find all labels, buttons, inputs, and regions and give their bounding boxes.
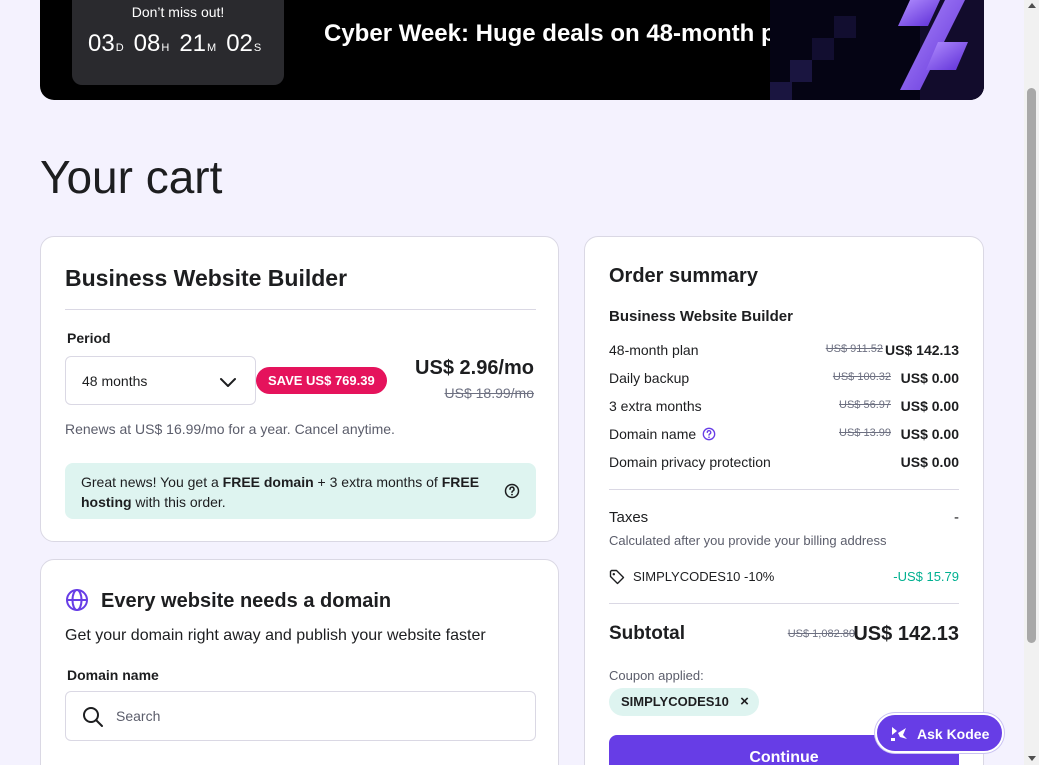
scroll-up-arrow-icon[interactable] — [1028, 3, 1036, 8]
promo-banner[interactable]: Don’t miss out! 03D 08H 21M 02S Cyber Week:… — [40, 0, 984, 100]
summary-row-label: Domain name — [609, 426, 716, 442]
period-label: Period — [67, 330, 111, 346]
domain-search-box[interactable] — [65, 691, 536, 741]
timer-hours-unit: H — [161, 42, 170, 54]
coupon-discount-row: SIMPLYCODES10 -10% -US$ 15.79 — [609, 568, 959, 588]
product-title: Business Website Builder — [65, 265, 348, 291]
summary-product: Business Website Builder — [609, 308, 793, 325]
summary-row-old-price: US$ 56.97 — [839, 399, 891, 411]
info-text-3: with this order. — [131, 494, 226, 510]
timer-label: Don’t miss out! — [131, 4, 225, 20]
coupon-applied-label: Coupon applied: — [609, 668, 704, 683]
countdown-timer: Don’t miss out! 03D 08H 21M 02S — [72, 0, 284, 85]
free-domain-info: Great news! You get a FREE domain + 3 ex… — [65, 463, 536, 519]
info-text-2: + 3 extra months of — [313, 474, 442, 490]
period-select-value: 48 months — [82, 373, 148, 389]
help-icon[interactable] — [504, 483, 520, 499]
summary-row-old-price: US$ 911.52 — [825, 343, 883, 355]
subtotal-old-price: US$ 1,082.80 — [787, 628, 855, 640]
coupon-code: SIMPLYCODES10 -10% — [633, 569, 775, 584]
summary-row-price: US$ 0.00 — [900, 454, 959, 470]
domain-subtitle: Get your domain right away and publish y… — [65, 627, 486, 644]
summary-row-label: Daily backup — [609, 370, 690, 386]
domain-field-label: Domain name — [67, 667, 159, 683]
summary-row-extra-months: 3 extra months US$ 56.97 US$ 0.00 — [609, 398, 959, 418]
summary-row-price: US$ 0.00 — [900, 370, 959, 386]
summary-title: Order summary — [609, 265, 758, 287]
summary-row-old-price: US$ 13.99 — [839, 427, 891, 439]
summary-row-privacy: Domain privacy protection US$ 0.00 — [609, 454, 959, 474]
domain-title: Every website needs a domain — [101, 590, 392, 612]
timer-minutes-unit: M — [207, 42, 217, 54]
taxes-note: Calculated after you provide your billin… — [609, 533, 887, 548]
timer-days-unit: D — [115, 42, 124, 54]
summary-row-price: US$ 0.00 — [900, 426, 959, 442]
summary-row-plan: 48-month plan US$ 911.52 US$ 142.13 — [609, 342, 959, 362]
summary-row-backup: Daily backup US$ 100.32 US$ 0.00 — [609, 370, 959, 390]
tag-icon — [609, 569, 625, 585]
renewal-note: Renews at US$ 16.99/mo for a year. Cance… — [65, 421, 395, 437]
ask-kodee-label: Ask Kodee — [917, 726, 990, 742]
percent-icon — [770, 0, 984, 100]
timer-seconds-unit: S — [253, 42, 262, 54]
product-old-price: US$ 18.99/mo — [444, 385, 535, 401]
subtotal-label: Subtotal — [609, 623, 685, 644]
page-scrollbar[interactable] — [1024, 0, 1039, 765]
summary-divider — [609, 603, 959, 604]
product-card: Business Website Builder Period 48 month… — [40, 236, 559, 542]
timer-days: 03 — [88, 30, 115, 57]
close-icon[interactable]: × — [740, 688, 749, 716]
summary-row-label: Domain privacy protection — [609, 454, 771, 470]
sparkle-icon — [891, 727, 907, 741]
save-badge: SAVE US$ 769.39 — [256, 367, 387, 394]
taxes-label: Taxes — [609, 509, 649, 526]
coupon-discount: -US$ 15.79 — [893, 569, 959, 584]
scrollbar-thumb[interactable] — [1027, 88, 1036, 643]
summary-row-domain: Domain name US$ 13.99 US$ 0.00 — [609, 426, 959, 446]
timer-minutes: 21 — [179, 30, 207, 57]
coupon-chip-label: SIMPLYCODES10 — [621, 694, 729, 709]
summary-row-price: US$ 142.13 — [885, 342, 959, 358]
product-divider — [65, 309, 536, 310]
product-price: US$ 2.96/mo — [415, 357, 534, 379]
search-icon — [83, 707, 103, 727]
timer-seconds: 02 — [226, 30, 253, 57]
help-icon[interactable] — [702, 427, 716, 441]
coupon-chip: SIMPLYCODES10 × — [609, 688, 759, 716]
order-summary-card: Order summary Business Website Builder 4… — [584, 236, 984, 765]
period-select[interactable]: 48 months — [65, 356, 256, 405]
timer-hours: 08 — [133, 30, 161, 57]
page-title: Your cart — [40, 151, 223, 203]
summary-row-price: US$ 0.00 — [900, 398, 959, 414]
domain-card: Every website needs a domain Get your do… — [40, 559, 559, 765]
domain-search-input[interactable] — [116, 692, 516, 740]
summary-row-label-text: Domain name — [609, 426, 697, 442]
scroll-down-arrow-icon[interactable] — [1028, 756, 1036, 761]
info-bold-1: FREE domain — [222, 474, 314, 490]
summary-row-label: 48-month plan — [609, 342, 699, 358]
summary-row-old-price: US$ 100.32 — [832, 371, 891, 383]
info-text-1: Great news! You get a — [81, 474, 223, 490]
subtotal-value: US$ 142.13 — [853, 623, 959, 645]
taxes-value: - — [954, 509, 959, 526]
chevron-down-icon — [220, 378, 236, 387]
globe-icon — [66, 589, 88, 611]
summary-divider — [609, 489, 959, 490]
ask-kodee-button[interactable]: Ask Kodee — [875, 713, 1004, 753]
banner-headline: Cyber Week: Huge deals on 48-month plans — [324, 20, 824, 47]
timer-values: 03D 08H 21M 02S — [88, 30, 271, 58]
summary-row-label: 3 extra months — [609, 398, 702, 414]
